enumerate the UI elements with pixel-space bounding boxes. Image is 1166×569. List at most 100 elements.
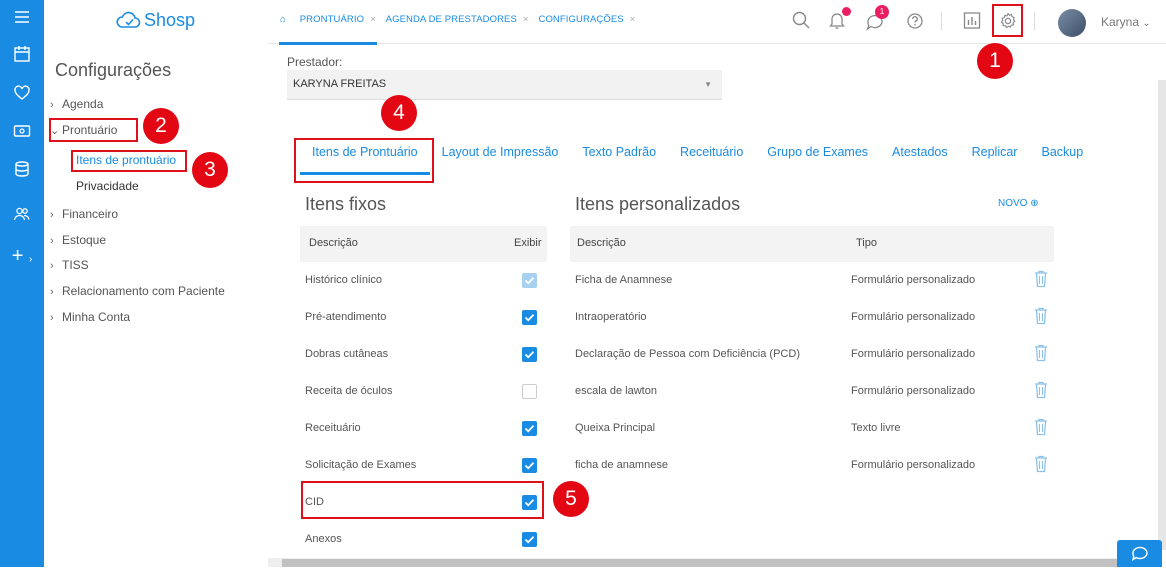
item-description: Histórico clínico: [305, 274, 383, 286]
prestador-label: Prestador:: [287, 55, 343, 69]
show-checkbox[interactable]: [522, 458, 537, 473]
tab-backup[interactable]: Backup: [1029, 145, 1095, 159]
step-marker-2: 2: [143, 108, 179, 144]
item-description: Solicitação de Exames: [305, 459, 417, 471]
step-marker-4: 4: [381, 95, 417, 131]
calendar-icon[interactable]: [0, 45, 44, 69]
tab-agenda-prestadores[interactable]: AGENDA DE PRESTADORES: [386, 14, 517, 25]
sidebar-item-tiss[interactable]: › TISS: [50, 258, 89, 272]
money-icon[interactable]: [0, 122, 44, 146]
highlight-itens-prontuario: [71, 150, 187, 172]
plus-icon[interactable]: + ›: [0, 246, 44, 270]
step-marker-3: 3: [192, 152, 228, 188]
sidebar-item-financeiro[interactable]: › Financeiro: [50, 207, 118, 221]
heart-icon[interactable]: [0, 84, 44, 108]
table-row: ficha de anamnese Formulário personalizad…: [570, 447, 1054, 484]
trash-icon[interactable]: [1034, 307, 1048, 328]
item-type: Formulário personalizado: [851, 459, 976, 471]
tab-configuracoes[interactable]: CONFIGURAÇÕES: [538, 14, 623, 25]
sidebar-item-estoque[interactable]: › Estoque: [50, 233, 106, 247]
chevron-right-icon: ›: [50, 260, 54, 272]
sidebar-subitem-privacidade[interactable]: Privacidade: [76, 179, 139, 193]
trash-icon[interactable]: [1034, 381, 1048, 402]
close-icon[interactable]: ×: [370, 14, 376, 25]
chevron-right-icon: ›: [50, 209, 54, 221]
tab-replicar[interactable]: Replicar: [960, 145, 1030, 159]
highlight-prontuario: [49, 118, 138, 142]
table-row: Solicitação de Exames: [300, 447, 547, 484]
col-exibir: Exibir: [514, 237, 542, 249]
sidebar-item-agenda[interactable]: › Agenda: [50, 97, 103, 111]
logo-text: Shosp: [144, 9, 196, 30]
step-marker-5: 5: [553, 481, 589, 517]
fixed-items-title: Itens fixos: [305, 194, 387, 214]
tab-atestados[interactable]: Atestados: [880, 145, 960, 159]
horizontal-scrollbar-thumb[interactable]: [282, 559, 1152, 567]
dropdown-arrow-icon: ▼: [704, 80, 712, 89]
search-icon[interactable]: [791, 10, 811, 35]
home-icon[interactable]: ⌂: [280, 14, 286, 25]
messages-badge: 1: [875, 5, 889, 19]
close-icon[interactable]: ×: [523, 14, 529, 25]
col-descricao: Descrição: [577, 237, 626, 249]
trash-icon[interactable]: [1034, 344, 1048, 365]
trash-icon[interactable]: [1034, 270, 1048, 291]
divider: [941, 12, 942, 30]
tab-layout-impressao[interactable]: Layout de Impressão: [430, 145, 571, 159]
table-row: Receituário: [300, 410, 547, 447]
users-icon[interactable]: [0, 205, 44, 229]
trash-icon[interactable]: [1034, 455, 1048, 476]
user-menu[interactable]: Karyna ⌄: [1101, 15, 1151, 29]
highlight-gear: [992, 4, 1023, 37]
chevron-right-icon: ›: [50, 99, 54, 111]
item-type: Formulário personalizado: [851, 274, 976, 286]
cloud-icon: [116, 11, 141, 28]
breadcrumb-tabs: ⌂ PRONTUÁRIO × AGENDA DE PRESTADORES × C…: [280, 14, 645, 25]
item-description: Intraoperatório: [575, 311, 647, 323]
reports-icon[interactable]: [962, 10, 982, 35]
app-logo[interactable]: Shosp: [115, 8, 195, 32]
table-row: Histórico clínico: [300, 262, 547, 299]
show-checkbox[interactable]: [522, 347, 537, 362]
chat-support-button[interactable]: [1117, 540, 1162, 567]
avatar[interactable]: [1058, 9, 1086, 37]
divider: [1034, 12, 1035, 30]
left-rail: + ›: [0, 0, 44, 567]
tab-texto-padrao[interactable]: Texto Padrão: [570, 145, 668, 159]
chat-bubble-icon: [1131, 546, 1148, 561]
help-icon[interactable]: [905, 10, 925, 35]
item-description: Pré-atendimento: [305, 311, 387, 323]
top-bar: ⌂ PRONTUÁRIO × AGENDA DE PRESTADORES × C…: [268, 0, 1166, 44]
custom-items-header: Descrição Tipo: [570, 226, 1054, 262]
highlight-cid-row: [301, 481, 544, 519]
show-checkbox[interactable]: [522, 384, 537, 399]
item-description: Receituário: [305, 422, 361, 434]
tab-receituario[interactable]: Receituário: [668, 145, 755, 159]
show-checkbox[interactable]: [522, 310, 537, 325]
item-description: Declaração de Pessoa com Deficiência (PC…: [575, 348, 800, 360]
item-description: ficha de anamnese: [575, 459, 668, 471]
tab-prontuario[interactable]: PRONTUÁRIO: [300, 14, 364, 25]
close-icon[interactable]: ×: [630, 14, 636, 25]
fixed-items-header: Descrição Exibir: [300, 226, 547, 262]
item-description: Anexos: [305, 533, 342, 545]
table-row: Declaração de Pessoa com Deficiência (PC…: [570, 336, 1054, 373]
step-marker-1: 1: [977, 43, 1013, 79]
highlight-tab-itens: [294, 138, 434, 183]
table-row: Pré-atendimento: [300, 299, 547, 336]
tab-grupo-exames[interactable]: Grupo de Exames: [755, 145, 880, 159]
table-row: Dobras cutâneas: [300, 336, 547, 373]
trash-icon[interactable]: [1034, 418, 1048, 439]
database-icon[interactable]: [0, 160, 44, 184]
sidebar-item-relacionamento[interactable]: › Relacionamento com Paciente: [50, 284, 225, 298]
menu-icon[interactable]: [0, 8, 44, 32]
sidebar-item-minha-conta[interactable]: › Minha Conta: [50, 310, 130, 324]
show-checkbox[interactable]: [522, 532, 537, 547]
vertical-scrollbar[interactable]: [1158, 80, 1166, 550]
prestador-select[interactable]: KARYNA FREITAS ▼: [287, 70, 722, 100]
notification-dot: [842, 7, 851, 16]
show-checkbox[interactable]: [522, 421, 537, 436]
item-description: escala de lawton: [575, 385, 657, 397]
new-item-button[interactable]: NOVO ⊕: [998, 198, 1039, 209]
col-tipo: Tipo: [856, 237, 877, 249]
